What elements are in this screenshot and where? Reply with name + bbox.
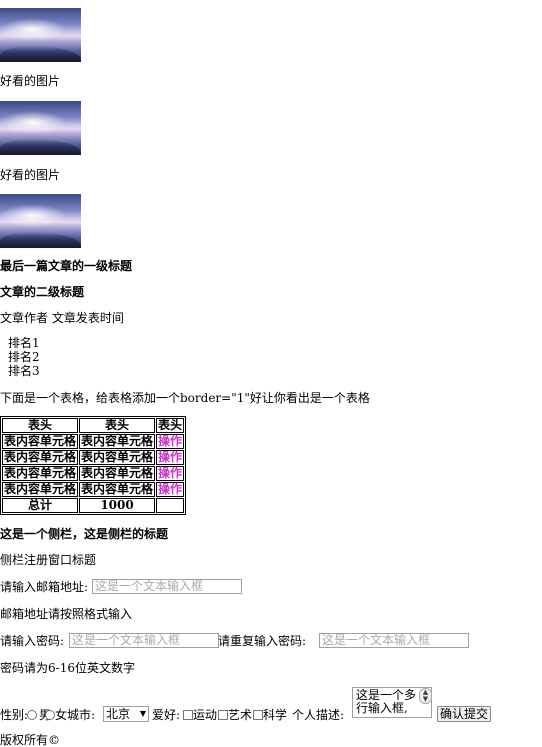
table-header: 表头 [2,418,79,433]
table-intro: 下面是一个表格，给表格添加一个border="1"好让你看出是一个表格 [0,391,370,405]
password-repeat-field[interactable]: 这是一个文本输入框 [319,633,469,648]
password-hint: 密码请为6-16位英文数字 [0,661,135,675]
table-cell: 表内容单元格 [79,482,156,497]
table-cell: 表内容单元格 [2,482,79,497]
table-cell: 表内容单元格 [2,450,79,465]
gender-female-radio[interactable] [45,710,55,720]
image-caption-1: 好看的图片 [0,74,61,88]
list-item: 排名3 [8,364,40,378]
hobby-label-art: 艺术 [228,708,253,722]
hobby-checkbox-science[interactable] [253,710,263,720]
list-item: 排名1 [8,336,40,350]
chevron-down-icon: ▼ [139,709,146,718]
scenery-image-1 [0,8,81,62]
scenery-image-2 [0,101,81,155]
table-header-row: 表头 表头 表头 [2,418,185,433]
hobby-checkbox-art[interactable] [218,710,228,720]
city-select[interactable]: 北京 ▼ [103,706,149,722]
copyright: 版权所有© [0,733,61,747]
table-header: 表头 [79,418,156,433]
hobby-label-science: 科学 [263,708,288,722]
table-cell: 表内容单元格 [79,450,156,465]
hobby-label: 爱好: [152,708,181,722]
table-header: 表头 [156,418,185,433]
operation-link[interactable]: 操作 [156,482,185,497]
password-label: 请输入密码: [0,634,65,648]
email-label: 请输入邮箱地址: [0,580,89,594]
email-field[interactable]: 这是一个文本输入框 [92,579,242,594]
submit-button[interactable]: 确认提交 [437,706,492,722]
article-meta: 文章作者 文章发表时间 [0,311,124,325]
table-footer-row: 总计 1000 [2,498,185,513]
article-h2: 文章的二级标题 [0,285,85,299]
description-label: 个人描述: [292,708,345,722]
hobby-checkbox-sport[interactable] [183,710,193,720]
rank-list: 排名1 排名2 排名3 [8,336,40,378]
table-cell: 表内容单元格 [2,466,79,481]
hobby-label-sport: 运动 [193,708,218,722]
table-row: 表内容单元格 表内容单元格 操作 [2,450,185,465]
password-field[interactable]: 这是一个文本输入框 [69,633,219,648]
table-row: 表内容单元格 表内容单元格 操作 [2,482,185,497]
city-label: 城市: [67,708,96,722]
article-h1: 最后一篇文章的一级标题 [0,259,133,273]
list-item: 排名2 [8,350,40,364]
table-row: 表内容单元格 表内容单元格 操作 [2,434,185,449]
scenery-image-3 [0,194,81,248]
table-cell: 表内容单元格 [2,434,79,449]
table-cell: 表内容单元格 [79,466,156,481]
sidebar-window-title: 侧栏注册窗口标题 [0,553,97,567]
gender-label: 性别: [0,708,29,722]
table-cell [156,498,185,513]
password-repeat-label: 请重复输入密码: [218,634,307,648]
table-total-value: 1000 [79,498,156,513]
operation-link[interactable]: 操作 [156,434,185,449]
gender-male-radio[interactable] [27,710,37,720]
image-caption-2: 好看的图片 [0,168,61,182]
gender-female-label: 女 [55,708,68,722]
operation-link[interactable]: 操作 [156,450,185,465]
sidebar-title: 这是一个侧栏，这是侧栏的标题 [0,527,169,541]
data-table: 表头 表头 表头 表内容单元格 表内容单元格 操作 表内容单元格 表内容单元格 … [0,416,187,515]
scrollbar-arrows-icon[interactable]: ▲ ▼ [419,688,432,704]
operation-link[interactable]: 操作 [156,466,185,481]
email-hint: 邮箱地址请按照格式输入 [0,607,133,621]
table-cell: 表内容单元格 [79,434,156,449]
table-total-label: 总计 [2,498,79,513]
table-row: 表内容单元格 表内容单元格 操作 [2,466,185,481]
city-select-value: 北京 [106,707,131,721]
